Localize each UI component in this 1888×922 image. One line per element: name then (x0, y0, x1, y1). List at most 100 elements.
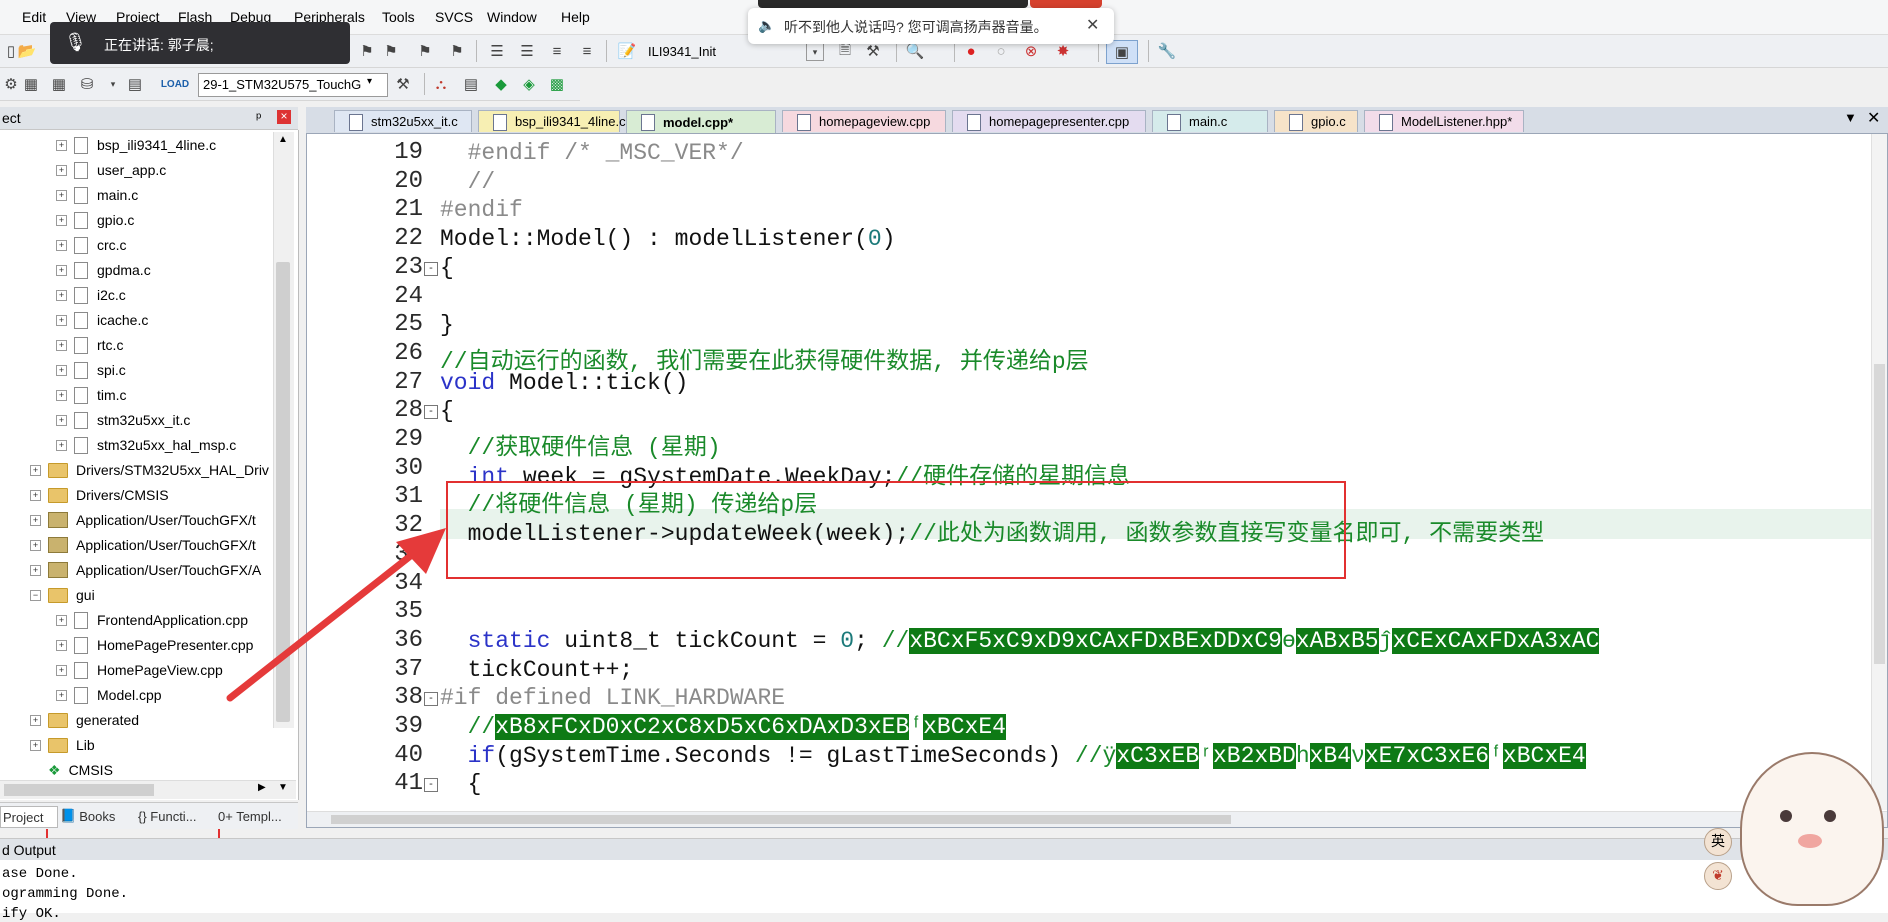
expand-icon[interactable]: + (56, 139, 67, 151)
mascot-icon[interactable]: ❦ (1704, 862, 1732, 890)
tab-project[interactable]: Project (0, 806, 58, 828)
code-line[interactable]: //xB8xFCxD0xC2xC8xD5xC6xDAxD3xEBᶠxBCxE4 (440, 714, 1006, 740)
editor-tab[interactable]: homepagepresenter.cpp (952, 110, 1146, 132)
editor-tab[interactable]: model.cpp* (626, 110, 776, 133)
tree-item[interactable]: + gpdma.c (56, 259, 151, 281)
code-line[interactable]: // (440, 169, 496, 195)
expand-icon[interactable]: + (56, 364, 67, 376)
expand-icon[interactable]: + (56, 214, 67, 226)
expand-icon[interactable]: + (56, 689, 67, 701)
window-layout-icon[interactable]: ▣ (1106, 40, 1138, 64)
expand-icon[interactable]: + (56, 439, 67, 451)
scroll-down-icon[interactable]: ▼ (278, 782, 288, 793)
tree-item[interactable]: + main.c (56, 184, 138, 206)
tree-item[interactable]: + icache.c (56, 309, 148, 331)
uncomment-icon[interactable]: ≡ (576, 40, 598, 62)
tree-item[interactable]: − gui (30, 584, 95, 606)
editor-hscroll-thumb[interactable] (331, 815, 1231, 824)
expand-icon[interactable]: + (56, 239, 67, 251)
expand-icon[interactable]: + (30, 464, 41, 476)
expand-icon[interactable]: + (30, 539, 41, 551)
expand-icon[interactable]: + (56, 339, 67, 351)
unindent-icon[interactable]: ☰ (516, 40, 538, 62)
expand-icon[interactable]: + (30, 714, 41, 726)
expand-icon[interactable]: + (56, 264, 67, 276)
code-line[interactable]: void Model::tick() (440, 370, 688, 396)
editor-tab[interactable]: ModelListener.hpp* (1364, 110, 1524, 132)
expand-icon[interactable]: + (56, 414, 67, 426)
expand-icon[interactable]: + (30, 564, 41, 576)
editor-tab[interactable]: gpio.c (1274, 110, 1358, 132)
find-function-icon[interactable]: 📝 (616, 40, 638, 62)
tree-item[interactable]: + crc.c (56, 234, 127, 256)
bookmark-icon[interactable]: ⚑ (356, 40, 378, 62)
tree-item[interactable]: + i2c.c (56, 284, 126, 306)
pack-installer-icon[interactable]: ◈ (518, 73, 540, 95)
meeting-end-button[interactable] (1030, 0, 1102, 8)
code-line[interactable]: #if defined LINK_HARDWARE (440, 685, 785, 711)
hscroll-thumb[interactable] (4, 784, 154, 796)
build-icon[interactable]: ▦ (20, 73, 42, 95)
rebuild-icon[interactable]: ▦ (48, 73, 70, 95)
close-icon[interactable]: ✕ (1086, 15, 1099, 35)
code-line[interactable]: { (440, 255, 454, 281)
code-line[interactable]: Model::Model() : modelListener(0) (440, 226, 896, 252)
expand-icon[interactable]: + (56, 189, 67, 201)
code-line[interactable]: if(gSystemTime.Seconds != gLastTimeSecon… (440, 742, 1586, 769)
dropdown-chevron-icon[interactable]: ▾ (806, 43, 824, 61)
scroll-up-icon[interactable]: ▲ (278, 134, 288, 145)
run-time-env-icon[interactable]: ▩ (546, 73, 568, 95)
fold-icon[interactable]: - (424, 405, 438, 420)
tree-item[interactable]: + stm32u5xx_it.c (56, 409, 190, 431)
expand-icon[interactable]: + (56, 314, 67, 326)
expand-icon[interactable]: + (30, 489, 41, 501)
editor-tab[interactable]: bsp_ili9341_4line.c (478, 110, 626, 132)
expand-icon[interactable]: − (30, 589, 41, 601)
menu-edit[interactable]: Edit (22, 9, 46, 25)
tree-item[interactable]: + gpio.c (56, 209, 134, 231)
expand-icon[interactable]: + (30, 739, 41, 751)
tab-functions[interactable]: {} Functi... (138, 806, 197, 826)
editor-tab[interactable]: stm32u5xx_it.c (334, 110, 472, 132)
comment-icon[interactable]: ≡ (546, 40, 568, 62)
tab-list-chevron-icon[interactable]: ▼ (1844, 110, 1857, 125)
fold-icon[interactable]: - (424, 778, 438, 793)
tree-item[interactable]: + stm32u5xx_hal_msp.c (56, 434, 236, 456)
tree-item[interactable]: + Lib (30, 734, 95, 756)
target-function-field[interactable]: ILI9341_Init (648, 44, 716, 59)
code-line[interactable]: #endif /* _MSC_VER*/ (440, 140, 744, 166)
stop-build-icon[interactable]: ▤ (124, 73, 146, 95)
tree-item[interactable]: + HomePageView.cpp (56, 659, 223, 681)
download-icon[interactable]: LOAD (161, 73, 189, 95)
code-line[interactable]: { (440, 398, 454, 424)
expand-icon[interactable]: + (56, 289, 67, 301)
tree-item[interactable]: + Drivers/CMSIS (30, 484, 169, 506)
close-panel-button[interactable]: × (277, 110, 291, 124)
code-line[interactable]: static uint8_t tickCount = 0; //xBCxF5xC… (440, 627, 1600, 654)
tree-item[interactable]: + generated (30, 709, 139, 731)
tree-item[interactable]: + bsp_ili9341_4line.c (56, 134, 216, 156)
books-tab[interactable]: 📘 Books (60, 806, 115, 826)
code-line[interactable]: #endif (440, 197, 523, 223)
tree-item[interactable]: + spi.c (56, 359, 126, 381)
tree-item[interactable]: + tim.c (56, 384, 127, 406)
tree-horizontal-scrollbar[interactable]: ▶ ▼ (0, 780, 296, 799)
bookmark-prev-icon[interactable]: ⚑ (380, 40, 402, 62)
menu-help[interactable]: Help (561, 9, 590, 25)
expand-icon[interactable]: + (56, 614, 67, 626)
tree-item[interactable]: + rtc.c (56, 334, 123, 356)
editor-horizontal-scrollbar[interactable] (307, 811, 1887, 827)
input-method-badge[interactable]: 英 (1704, 828, 1732, 856)
editor-tab[interactable]: main.c (1152, 110, 1268, 132)
expand-icon[interactable]: + (56, 664, 67, 676)
tab-templates[interactable]: 0+ Templ... (218, 806, 282, 826)
indent-icon[interactable]: ☰ (486, 40, 508, 62)
open-folder-icon[interactable]: 📂 (16, 40, 38, 62)
editor-vertical-scrollbar[interactable] (1871, 134, 1887, 810)
editor-tab[interactable]: homepageview.cpp (782, 110, 946, 132)
expand-icon[interactable]: + (56, 164, 67, 176)
dropdown-chevron-icon[interactable]: ▾ (102, 73, 124, 95)
menu-svcs[interactable]: SVCS (435, 9, 473, 25)
editor-scroll-thumb[interactable] (1874, 364, 1885, 664)
batch-build-icon[interactable]: ⛁ (76, 73, 98, 95)
